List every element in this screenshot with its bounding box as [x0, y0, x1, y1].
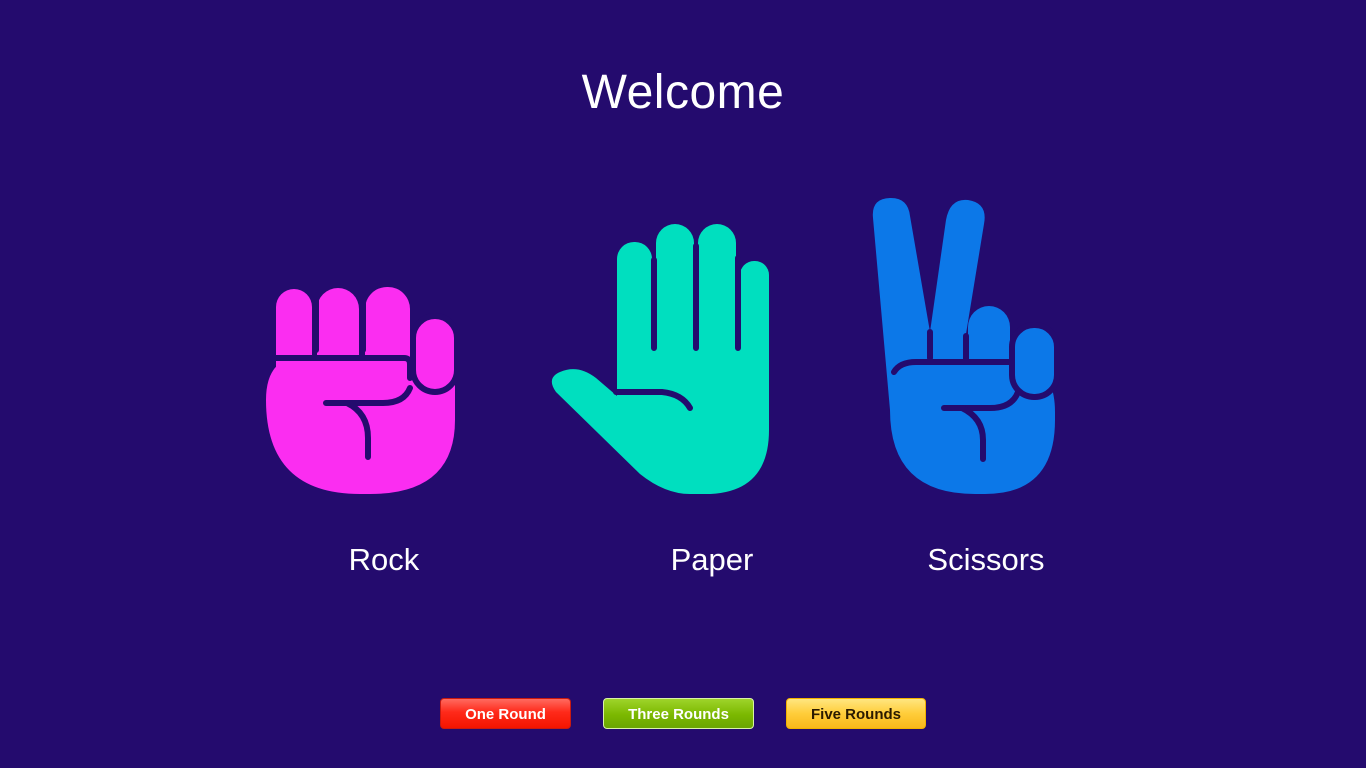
rock-choice[interactable] — [262, 286, 458, 496]
five-rounds-button[interactable]: Five Rounds — [786, 698, 926, 729]
page-title: Welcome — [581, 66, 785, 120]
game-screen: Welcome Rock Paper Scissors One Round Th… — [0, 0, 1366, 768]
scissors-choice[interactable] — [868, 196, 1060, 496]
open-hand-icon — [551, 224, 769, 494]
peace-hand-icon — [872, 198, 1060, 494]
one-round-button[interactable]: One Round — [440, 698, 571, 729]
paper-label[interactable]: Paper — [642, 540, 782, 580]
rock-label[interactable]: Rock — [314, 540, 454, 580]
scissors-label[interactable]: Scissors — [906, 540, 1066, 580]
paper-choice[interactable] — [548, 222, 772, 496]
three-rounds-button[interactable]: Three Rounds — [603, 698, 754, 729]
fist-icon — [266, 287, 458, 494]
